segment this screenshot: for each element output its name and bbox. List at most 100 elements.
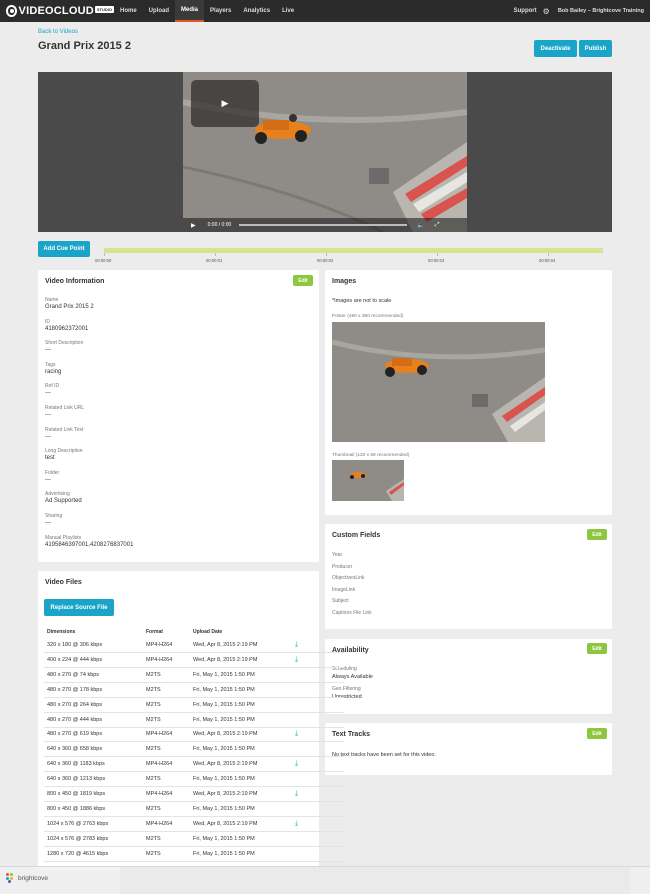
replace-source-file-button[interactable]: Replace Source File xyxy=(44,599,114,616)
add-cue-point-button[interactable]: Add Cue Point xyxy=(38,241,90,257)
images-title: Images xyxy=(332,278,357,285)
thumbnail-image[interactable] xyxy=(332,460,404,501)
download-icon[interactable]: ⤓ xyxy=(295,820,298,828)
table-row: 800 x 450 @ 1819 kbps MP4-H264 Wed, Apr 8,… xyxy=(44,787,344,802)
publish-button[interactable]: Publish xyxy=(579,40,612,57)
file-upload-date: Fri, May 1, 2015 1:50 PM xyxy=(193,850,255,857)
table-row: 480 x 270 @ 74 kbps M2TS Fri, May 1, 2015 … xyxy=(44,668,344,683)
poster-caption: Poster (480 x 360 recommended) xyxy=(332,314,404,319)
file-upload-date: Fri, May 1, 2015 1:50 PM xyxy=(193,686,255,693)
nav-item-media[interactable]: Media xyxy=(175,0,205,22)
volume-icon[interactable]: 🔈 xyxy=(417,222,424,229)
field-value: Grand Prix 2015 2 xyxy=(45,304,94,310)
fullscreen-icon[interactable]: ⤢ xyxy=(435,222,440,229)
nav-item-upload[interactable]: Upload xyxy=(143,0,175,22)
custom-field-label: Captions File Link xyxy=(332,610,372,616)
cue-tick xyxy=(326,253,327,256)
progress-bar[interactable] xyxy=(239,224,408,226)
deactivate-button[interactable]: Deactivate xyxy=(534,40,577,57)
nav-support-link[interactable]: Support xyxy=(514,8,537,14)
nav-user-menu[interactable]: Bob Bailey – Brightcove Training xyxy=(558,8,644,14)
file-format: M2TS xyxy=(146,701,161,708)
cue-tick xyxy=(548,253,549,256)
file-dimensions: 640 x 360 @ 1213 kbps xyxy=(47,776,106,783)
video-frame[interactable]: ▶ ▶ 0:00 / 0:00 🔈 ⤢ xyxy=(183,72,467,232)
download-icon[interactable]: ⤓ xyxy=(295,641,298,649)
videocloud-logo[interactable]: VIDEOCLOUD STUDIO xyxy=(6,0,114,22)
nav-item-analytics[interactable]: Analytics xyxy=(237,0,276,22)
file-dimensions: 800 x 450 @ 1819 kbps xyxy=(47,791,106,797)
table-row: 640 x 360 @ 658 kbps M2TS Fri, May 1, 2015… xyxy=(44,742,344,758)
brightcove-logo: brightcove xyxy=(6,873,48,883)
download-icon[interactable]: ⤓ xyxy=(295,730,298,738)
file-upload-date: Fri, May 1, 2015 1:50 PM xyxy=(193,716,255,723)
table-row: 640 x 360 @ 1213 kbps M2TS Fri, May 1, 201… xyxy=(44,772,344,788)
nav-item-home[interactable]: Home xyxy=(114,0,143,22)
file-upload-date: Wed, Apr 8, 2015 2:19 PM xyxy=(193,731,258,738)
field-value: racing xyxy=(45,368,62,375)
download-icon[interactable]: ⤓ xyxy=(295,656,298,664)
text-tracks-edit-button[interactable]: Edit xyxy=(587,728,607,739)
brightcove-wordmark: brightcove xyxy=(18,874,48,882)
player-time: 0:00 / 0:00 xyxy=(207,222,232,228)
col-header-dimensions[interactable]: Dimensions xyxy=(47,629,75,635)
nav-item-live[interactable]: Live xyxy=(276,0,300,22)
cue-ticks xyxy=(104,253,603,257)
images-note: *Images are not to scale xyxy=(332,298,392,304)
field-label: Ref ID xyxy=(45,383,60,390)
file-dimensions: 480 x 270 @ 264 kbps xyxy=(47,701,103,708)
table-row: 480 x 270 @ 444 kbps M2TS Fri, May 1, 2015… xyxy=(44,713,344,728)
poster-image[interactable] xyxy=(332,322,545,442)
file-upload-date: Wed, Apr 8, 2015 2:19 PM xyxy=(193,820,258,827)
gear-icon[interactable]: ⚙ xyxy=(543,7,550,16)
field-value: 4180962372001 xyxy=(45,325,89,332)
file-upload-date: Wed, Apr 8, 2015 2:19 PM xyxy=(193,656,258,663)
field-value: --- xyxy=(45,476,51,483)
video-info-edit-button[interactable]: Edit xyxy=(293,275,313,286)
custom-fields-title: Custom Fields xyxy=(332,532,381,539)
custom-fields-edit-button[interactable]: Edit xyxy=(587,529,607,540)
field-value: 4195846397001,4208276837001 xyxy=(45,541,134,548)
control-play-icon[interactable]: ▶ xyxy=(191,222,196,229)
back-to-videos-link[interactable]: Back to Videos xyxy=(38,29,78,35)
file-dimensions: 800 x 450 @ 1886 kbps xyxy=(47,805,106,812)
file-format: M2TS xyxy=(146,671,161,678)
cue-tick xyxy=(437,253,438,256)
field-label: Name xyxy=(45,297,59,303)
download-icon[interactable]: ⤓ xyxy=(295,760,298,768)
play-icon: ▶ xyxy=(221,98,229,108)
col-header-upload-date[interactable]: Upload Date xyxy=(193,629,222,635)
field-value: --- xyxy=(45,433,51,440)
file-dimensions: 480 x 270 @ 74 kbps xyxy=(47,671,100,678)
custom-field-label: ImageLink xyxy=(332,586,356,593)
player-controls: ▶ 0:00 / 0:00 🔈 ⤢ xyxy=(183,218,467,232)
file-dimensions: 480 x 270 @ 444 kbps xyxy=(47,716,103,723)
file-format: M2TS xyxy=(146,746,161,753)
file-dimensions: 1280 x 720 @ 4615 kbps xyxy=(47,850,109,857)
custom-field-label: Year xyxy=(332,552,343,558)
table-row: 480 x 270 @ 619 kbps MP4-H264 Wed, Apr 8, … xyxy=(44,727,344,743)
file-upload-date: Fri, May 1, 2015 1:50 PM xyxy=(193,701,255,708)
table-row: 1280 x 720 @ 4615 kbps M2TS Fri, May 1, 20… xyxy=(44,847,344,862)
text-tracks-panel: Text Tracks Edit No text tracks have bee… xyxy=(325,723,612,775)
col-header-format[interactable]: Format xyxy=(146,629,163,635)
file-dimensions: 400 x 224 @ 444 kbps xyxy=(47,656,103,663)
video-information-panel: Video Information Edit Name Grand Prix 20… xyxy=(38,270,319,562)
field-label: Long Description xyxy=(45,448,83,455)
nav-item-players[interactable]: Players xyxy=(204,0,237,22)
file-format: M2TS xyxy=(146,850,161,857)
file-dimensions: 320 x 180 @ 306 kbps xyxy=(47,642,103,648)
download-icon[interactable]: ⤓ xyxy=(295,790,298,798)
custom-fields-panel: Custom Fields Edit Year Producer Objective… xyxy=(325,524,612,629)
big-play-button[interactable]: ▶ xyxy=(191,80,259,127)
field-label: Related Link Text xyxy=(45,426,84,433)
file-upload-date: Fri, May 1, 2015 1:50 PM xyxy=(193,805,255,812)
video-files-panel: Video Files Replace Source File Dimensio… xyxy=(38,571,344,871)
field-value: test xyxy=(45,455,55,462)
availability-edit-button[interactable]: Edit xyxy=(587,643,607,654)
file-format: M2TS xyxy=(146,805,161,812)
cue-time-label: 00:00:03 xyxy=(428,258,445,263)
file-format: MP4-H264 xyxy=(146,656,173,663)
videocloud-logo-icon xyxy=(6,5,17,17)
field-value: Ad Supported xyxy=(45,498,82,505)
